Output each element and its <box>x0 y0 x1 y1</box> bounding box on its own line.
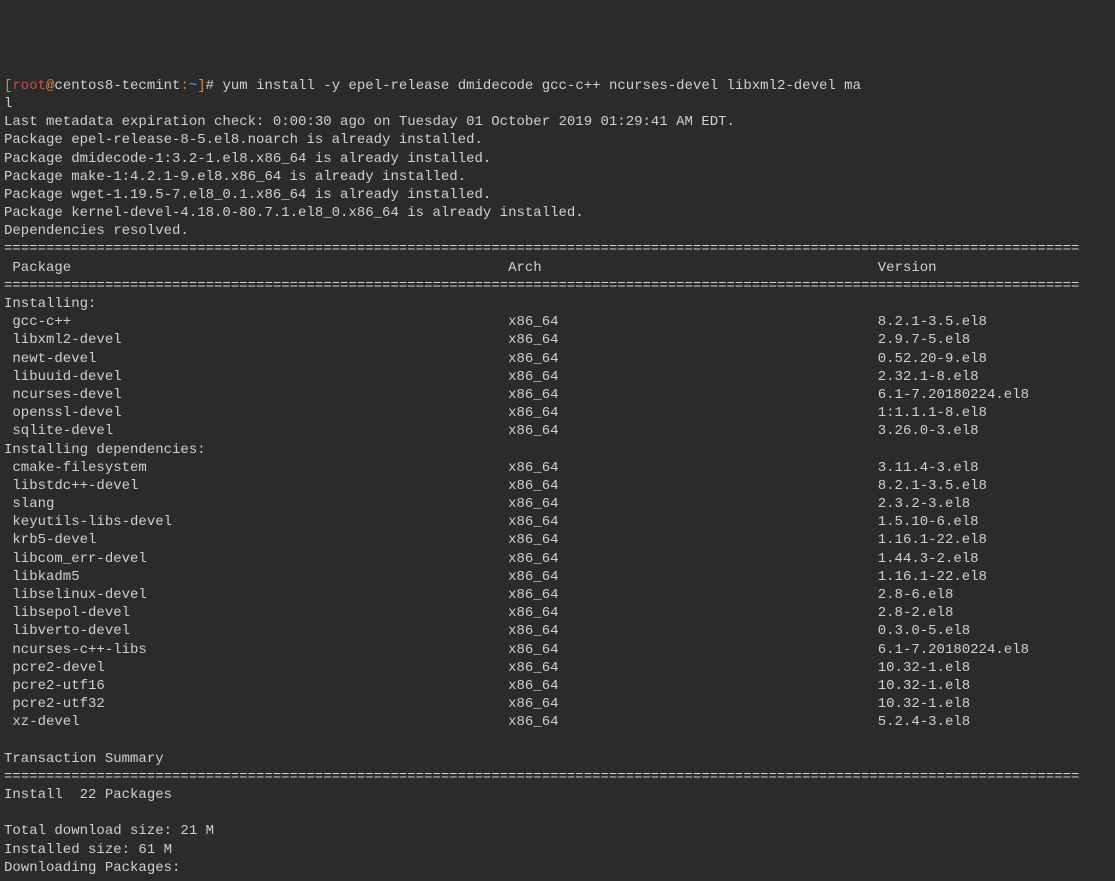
metadata-line: Last metadata expiration check: 0:00:30 … <box>4 114 735 130</box>
download-size: Total download size: 21 M <box>4 823 214 839</box>
install-count: Install 22 Packages <box>4 787 172 803</box>
prompt-colon: : <box>180 78 188 94</box>
downloading-packages: Downloading Packages: <box>4 860 180 876</box>
prompt-tilde: ~ <box>189 78 197 94</box>
prompt-hash: # <box>206 78 214 94</box>
table-row-group: cmake-filesystem x86_64 3.11.4-3.el8 lib… <box>4 460 1029 731</box>
installing-deps-label: Installing dependencies: <box>4 442 206 458</box>
prompt-user: root <box>12 78 46 94</box>
transaction-summary: Transaction Summary <box>4 751 164 767</box>
separator-line: ========================================… <box>4 278 1079 294</box>
installed-size: Installed size: 61 M <box>4 842 172 858</box>
prompt-line[interactable]: [root@centos8-tecmint:~]# yum install -y… <box>4 78 861 94</box>
command-wrap: l <box>4 96 12 112</box>
pkg-status-line: Package kernel-devel-4.18.0-80.7.1.el8_0… <box>4 205 584 221</box>
table-row-group: gcc-c++ x86_64 8.2.1-3.5.el8 libxml2-dev… <box>4 314 1029 439</box>
separator-line: ========================================… <box>4 241 1079 257</box>
bracket-close: ] <box>197 78 205 94</box>
command-text: yum install -y epel-release dmidecode gc… <box>214 78 861 94</box>
pkg-status-line: Package make-1:4.2.1-9.el8.x86_64 is alr… <box>4 169 466 185</box>
prompt-host: centos8-tecmint <box>54 78 180 94</box>
pkg-status-line: Package dmidecode-1:3.2-1.el8.x86_64 is … <box>4 151 491 167</box>
installing-label: Installing: <box>4 296 96 312</box>
separator-line: ========================================… <box>4 769 1079 785</box>
deps-resolved: Dependencies resolved. <box>4 223 189 239</box>
pkg-status-line: Package epel-release-8-5.el8.noarch is a… <box>4 132 483 148</box>
table-header: Package Arch Version <box>4 260 937 276</box>
pkg-status-line: Package wget-1.19.5-7.el8_0.1.x86_64 is … <box>4 187 491 203</box>
